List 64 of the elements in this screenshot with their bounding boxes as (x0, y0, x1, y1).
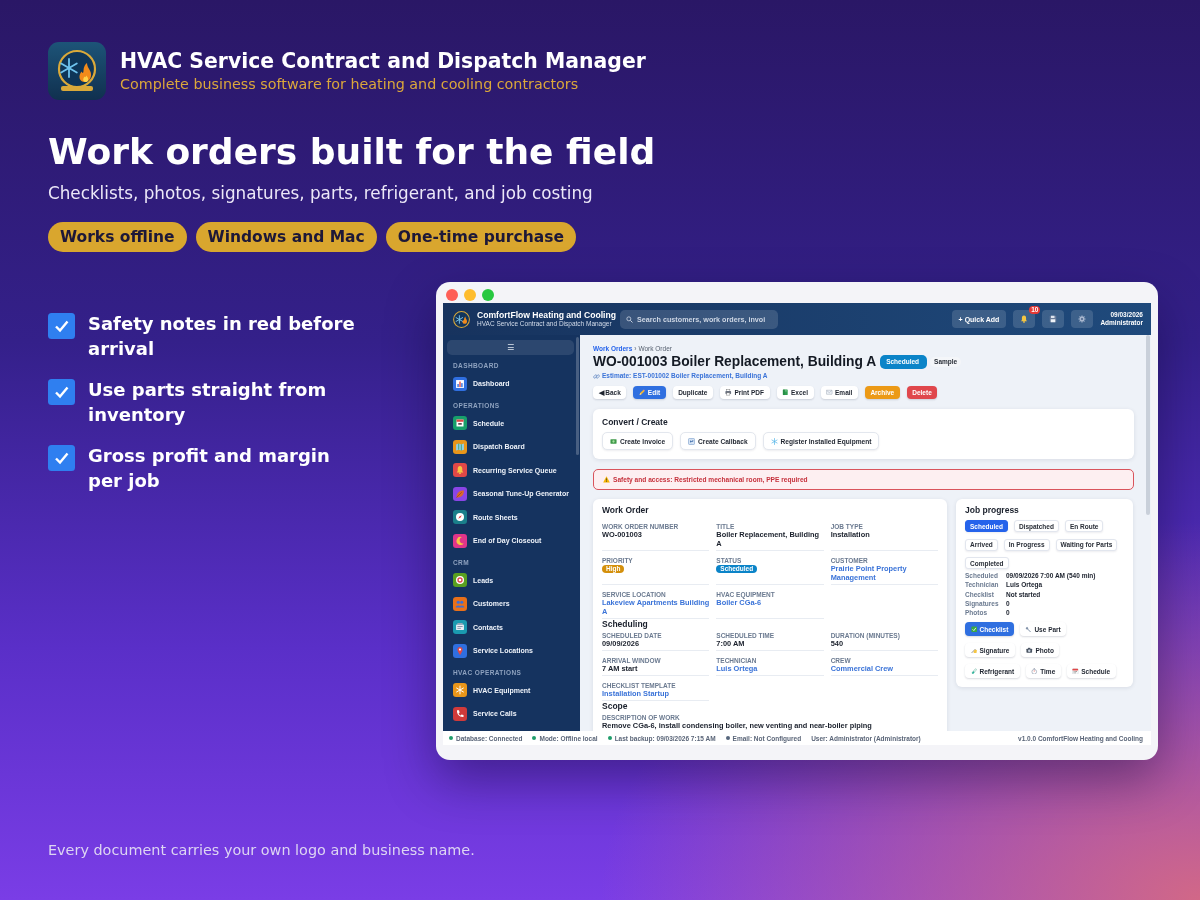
snowflake-flame-logo-icon (453, 310, 470, 328)
feature-text: Safety notes in red before arrival (88, 312, 356, 361)
stopwatch-icon (1031, 668, 1038, 675)
section-heading: Scope (602, 700, 628, 711)
map-icon (453, 439, 467, 454)
search-icon (626, 315, 633, 323)
menu-toggle-button[interactable]: ☰ (447, 340, 574, 355)
footer-note: Every document carries your own logo and business name. (48, 841, 475, 859)
check-icon (48, 445, 75, 471)
close-button[interactable] (446, 289, 458, 301)
settings-button[interactable] (1071, 310, 1094, 328)
leaf-icon (453, 486, 467, 501)
bolt-icon (1025, 626, 1032, 633)
return-arrow-icon (688, 437, 696, 445)
compass-icon (453, 510, 467, 525)
printer-icon (725, 389, 732, 396)
bell-icon (453, 463, 467, 478)
target-icon (453, 573, 467, 588)
phone-icon (453, 706, 467, 721)
writing-hand-icon (970, 647, 977, 654)
book-icon (782, 389, 789, 396)
feature-pill: Windows and Mac (195, 222, 377, 252)
pencil-icon (638, 389, 646, 396)
bell-icon (1020, 315, 1029, 323)
snowflake-flame-logo-icon (48, 42, 106, 100)
snowflake-icon (770, 437, 778, 445)
card-title: Job progress (965, 505, 1019, 515)
people-icon (453, 596, 467, 611)
bar-chart-icon (453, 376, 467, 391)
minimize-button[interactable] (464, 289, 476, 301)
moon-icon (453, 533, 467, 548)
test-tube-icon (970, 668, 977, 675)
settings-icon (1078, 315, 1087, 323)
card-title: Work Order (602, 505, 649, 515)
headline: Work orders built for the field (48, 130, 656, 174)
product-title: HVAC Service Contract and Dispatch Manager (120, 48, 646, 74)
app-name: ComfortFlow Heating and Cooling (477, 310, 616, 321)
snowflake-icon (453, 683, 467, 698)
scrollbar-thumb[interactable] (576, 337, 579, 455)
pin-icon (453, 643, 467, 658)
subheadline: Checklists, photos, signatures, parts, refrigerant, and job costing (48, 182, 593, 205)
feature-text: Gross profit and margin per job (88, 444, 331, 493)
link-icon (593, 372, 600, 380)
card-title: Convert / Create (602, 417, 668, 427)
envelope-icon (826, 389, 833, 396)
save-icon (1049, 315, 1058, 323)
calendar-icon (453, 416, 467, 431)
banknote-icon (610, 437, 617, 445)
product-subtitle: Complete business software for heating and cooling contractors (120, 75, 579, 94)
check-icon (48, 313, 75, 339)
feature-pill: One-time purchase (385, 222, 576, 252)
calendar-icon (1072, 668, 1079, 675)
zoom-button[interactable] (482, 289, 494, 301)
warning-icon (603, 476, 610, 483)
camera-icon (1026, 647, 1033, 654)
card-index-icon (453, 620, 467, 635)
save-button[interactable] (1042, 310, 1065, 328)
feature-text: Use parts straight from inventory (88, 378, 328, 427)
feature-pill: Works offline (48, 222, 187, 252)
section-heading: Scheduling (602, 618, 648, 629)
check-icon (48, 379, 75, 405)
check-icon (970, 626, 977, 633)
scrollbar-thumb[interactable] (1146, 335, 1150, 515)
page-title: WO-001003 Boiler Replacement, Building A (593, 354, 877, 370)
